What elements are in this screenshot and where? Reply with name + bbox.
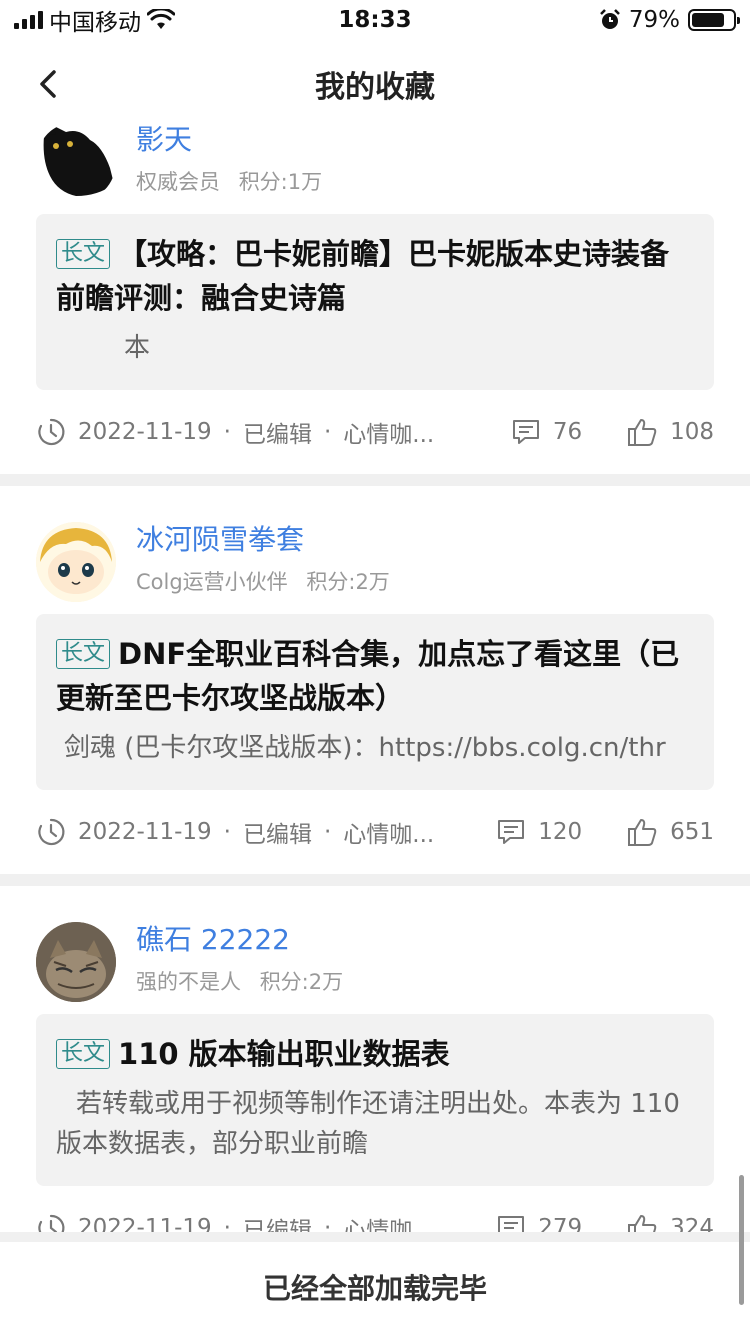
user-points: 积分:2万 <box>259 970 344 994</box>
post-excerpt: 剑魂 (巴卡尔攻坚战版本)：https://bbs.colg.cn/thr <box>64 733 666 763</box>
user-meta: Colg运营小伙伴 积分:2万 <box>136 566 390 596</box>
avatar[interactable] <box>36 922 116 1002</box>
user-role: 强的不是人 <box>136 970 241 994</box>
separator-dot: · <box>223 419 231 445</box>
load-complete-label: 已经全部加载完毕 <box>262 1272 487 1305</box>
post-section[interactable]: 心情咖... <box>343 415 434 449</box>
separator-dot: · <box>323 419 332 445</box>
user-meta: 权威会员 积分:1万 <box>136 166 322 196</box>
carrier-label: 中国移动 <box>49 10 141 36</box>
favorites-list: 影天 权威会员 积分:1万 长文 【攻略：巴卡妮前瞻】巴卡妮版本史诗装备前瞻评测：… <box>0 112 750 1270</box>
post-stats: 120 651 <box>496 817 714 847</box>
like-button[interactable]: 651 <box>626 817 714 847</box>
post-date: 2022-11-19 <box>78 419 212 445</box>
post-title-block: 长文 DNF全职业百科合集，加点忘了看这里（已更新至巴卡尔攻坚战版本） <box>56 632 694 720</box>
post-date: 2022-11-19 <box>78 819 212 845</box>
post-title: DNF全职业百科合集，加点忘了看这里（已更新至巴卡尔攻坚战版本） <box>56 637 680 715</box>
user-points: 积分:1万 <box>238 170 323 194</box>
signal-icon <box>14 11 43 29</box>
thumbs-up-icon <box>628 419 657 446</box>
cat-avatar-icon <box>36 122 116 202</box>
status-bar: 中国移动 18:33 79% <box>0 0 750 40</box>
thumbs-up-icon <box>628 819 657 846</box>
post-section[interactable]: 心情咖... <box>343 815 434 849</box>
scrollbar[interactable] <box>739 1175 744 1305</box>
post-card[interactable]: 长文 【攻略：巴卡妮前瞻】巴卡妮版本史诗装备前瞻评测：融合史诗篇 本 <box>36 214 714 390</box>
comment-button[interactable]: 76 <box>511 418 582 446</box>
list-item[interactable]: 影天 权威会员 积分:1万 长文 【攻略：巴卡妮前瞻】巴卡妮版本史诗装备前瞻评测：… <box>0 112 750 486</box>
divider <box>0 474 750 486</box>
post-header: 礁石 22222 强的不是人 积分:2万 <box>36 912 714 1010</box>
post-meta: 2022-11-19 · 已编辑 · 心情咖... <box>36 415 434 449</box>
like-count: 108 <box>670 419 714 445</box>
post-header: 影天 权威会员 积分:1万 <box>36 112 714 210</box>
user-info: 影天 权威会员 积分:1万 <box>136 112 322 196</box>
username[interactable]: 冰河陨雪拳套 <box>136 522 390 558</box>
list-item[interactable]: 礁石 22222 强的不是人 积分:2万 长文 110 版本输出职业数据表 若转载… <box>0 886 750 1270</box>
clock-icon <box>38 418 65 446</box>
battery-percent: 79% <box>628 7 680 33</box>
longform-tag: 长文 <box>56 639 111 669</box>
user-points: 积分:2万 <box>306 570 390 594</box>
post-excerpt: 若转载或用于视频等制作还请注明出处。本表为 110 版本数据表，部分职业前瞻 <box>56 1089 680 1159</box>
status-left: 中国移动 <box>14 3 175 37</box>
post-title-block: 长文 【攻略：巴卡妮前瞻】巴卡妮版本史诗装备前瞻评测：融合史诗篇 <box>56 232 694 320</box>
separator-dot: · <box>323 819 332 845</box>
kitten-avatar-icon <box>36 922 116 1002</box>
post-title-block: 长文 110 版本输出职业数据表 <box>56 1032 694 1076</box>
post-title: 【攻略：巴卡妮前瞻】巴卡妮版本史诗装备前瞻评测：融合史诗篇 <box>56 237 670 315</box>
user-role: Colg运营小伙伴 <box>136 570 288 594</box>
separator-dot: · <box>223 819 231 845</box>
user-info: 礁石 22222 强的不是人 积分:2万 <box>136 912 343 996</box>
comment-count: 120 <box>538 819 583 845</box>
clock-icon <box>38 818 65 846</box>
post-stats: 76 108 <box>511 417 714 447</box>
avatar[interactable] <box>36 522 116 602</box>
wifi-icon <box>147 9 175 29</box>
list-item[interactable]: 冰河陨雪拳套 Colg运营小伙伴 积分:2万 长文 DNF全职业百科合集，加点忘了… <box>0 486 750 886</box>
post-card[interactable]: 长文 DNF全职业百科合集，加点忘了看这里（已更新至巴卡尔攻坚战版本） 剑魂 (巴… <box>36 614 714 790</box>
username[interactable]: 影天 <box>136 122 322 158</box>
post-meta: 2022-11-19 · 已编辑 · 心情咖... <box>36 815 434 849</box>
post-header: 冰河陨雪拳套 Colg运营小伙伴 积分:2万 <box>36 512 714 610</box>
longform-tag: 长文 <box>56 239 111 269</box>
comment-count: 76 <box>552 419 583 445</box>
post-edited: 已编辑 <box>242 822 312 848</box>
comment-icon <box>498 820 525 844</box>
post-card[interactable]: 长文 110 版本输出职业数据表 若转载或用于视频等制作还请注明出处。本表为 11… <box>36 1014 714 1186</box>
avatar[interactable] <box>36 122 116 202</box>
battery-fill <box>692 13 724 27</box>
user-role: 权威会员 <box>136 170 220 194</box>
user-meta: 强的不是人 积分:2万 <box>136 966 343 996</box>
page-title: 我的收藏 <box>315 70 435 105</box>
divider <box>0 874 750 886</box>
status-right: 79% <box>599 7 740 33</box>
chevron-left-icon <box>40 70 56 98</box>
comment-button[interactable]: 120 <box>496 818 582 846</box>
comment-icon <box>512 420 539 444</box>
back-button[interactable] <box>30 66 66 102</box>
post-excerpt: 本 <box>124 333 151 363</box>
like-button[interactable]: 108 <box>626 417 714 447</box>
battery-icon <box>688 9 740 31</box>
username[interactable]: 礁石 22222 <box>136 922 343 958</box>
post-footer: 2022-11-19 · 已编辑 · 心情咖... 76 108 <box>36 390 714 474</box>
post-footer: 2022-11-19 · 已编辑 · 心情咖... 120 651 <box>36 790 714 874</box>
user-info: 冰河陨雪拳套 Colg运营小伙伴 积分:2万 <box>136 512 390 596</box>
longform-tag: 长文 <box>56 1039 111 1069</box>
alarm-icon <box>599 9 620 29</box>
post-edited: 已编辑 <box>242 422 312 448</box>
anime-avatar-icon <box>36 522 116 602</box>
like-count: 651 <box>670 819 714 845</box>
post-title: 110 版本输出职业数据表 <box>118 1037 450 1071</box>
